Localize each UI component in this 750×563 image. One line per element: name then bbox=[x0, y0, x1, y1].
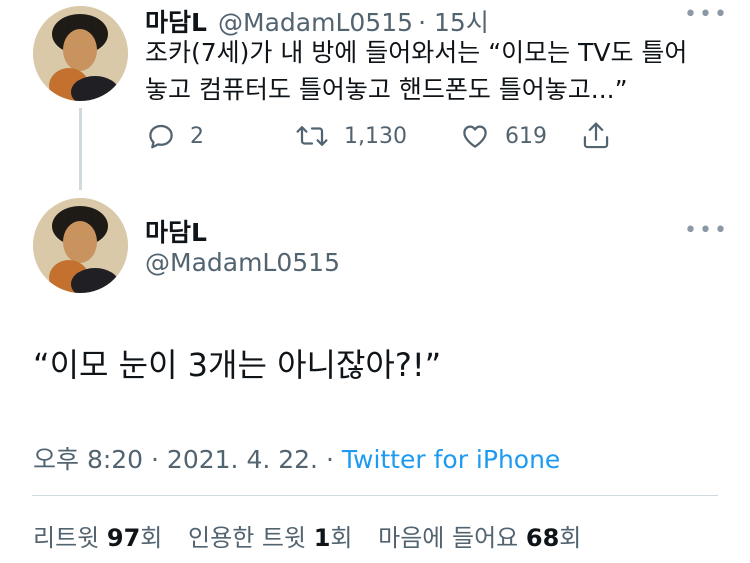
likes-unit: 회 bbox=[559, 524, 582, 552]
reply-count: 2 bbox=[190, 123, 204, 149]
tweet-stats: 리트윗 97회 인용한 트윗 1회 마음에 들어요 68회 bbox=[33, 518, 581, 553]
avatar[interactable] bbox=[33, 198, 128, 293]
author-name[interactable]: 마담L bbox=[145, 8, 207, 37]
tweet-text-line: 조카(7세)가 내 방에 들어와서는 “이모는 TV도 틀어 bbox=[145, 38, 688, 67]
reply-icon bbox=[149, 124, 173, 149]
retweet-count: 1,130 bbox=[344, 123, 407, 149]
tweet-text-line: 놓고 컴퓨터도 틀어놓고 핸드폰도 틀어놓고...” bbox=[145, 75, 628, 104]
retweets-stat[interactable]: 리트윗 97회 bbox=[33, 524, 170, 552]
tweet-text: 조카(7세)가 내 방에 들어와서는 “이모는 TV도 틀어 놓고 컴퓨터도 틀… bbox=[145, 34, 735, 108]
retweets-count: 97 bbox=[106, 524, 141, 552]
avatar[interactable] bbox=[33, 6, 128, 101]
retweet-icon bbox=[296, 126, 328, 146]
tweet-time[interactable]: · 15시 bbox=[418, 8, 489, 37]
tweet-meta: 오후 8:20 · 2021. 4. 22. · Twitter for iPh… bbox=[33, 440, 560, 476]
author-name[interactable]: 마담L bbox=[145, 213, 207, 249]
timestamp[interactable]: 오후 8:20 · 2021. 4. 22. · bbox=[33, 445, 334, 474]
likes-stat[interactable]: 마음에 들어요 68회 bbox=[378, 524, 581, 552]
quotes-count: 1 bbox=[313, 524, 331, 552]
like-button[interactable]: 619 bbox=[459, 121, 581, 151]
more-icon[interactable]: ••• bbox=[684, 218, 729, 243]
author-handle[interactable]: @MadamL0515 bbox=[145, 248, 340, 277]
source-link[interactable]: Twitter for iPhone bbox=[342, 445, 560, 474]
tweet-text: “이모 눈이 3개는 아니잖아?!” bbox=[33, 346, 442, 384]
thread-line bbox=[79, 108, 82, 190]
retweets-unit: 회 bbox=[140, 524, 163, 552]
quotes-unit: 회 bbox=[330, 524, 353, 552]
tweet-actions: 2 1,130 619 bbox=[146, 120, 646, 152]
likes-label: 마음에 들어요 bbox=[378, 524, 519, 552]
quotes-label: 인용한 트윗 bbox=[188, 524, 307, 552]
divider bbox=[32, 495, 718, 496]
quotes-stat[interactable]: 인용한 트윗 1회 bbox=[188, 524, 360, 552]
more-icon[interactable]: ••• bbox=[684, 2, 729, 27]
like-icon bbox=[463, 125, 487, 148]
like-count: 619 bbox=[505, 123, 547, 149]
author-handle[interactable]: @MadamL0515 bbox=[218, 8, 413, 37]
likes-count: 68 bbox=[525, 524, 560, 552]
retweets-label: 리트윗 bbox=[33, 524, 100, 552]
reply-button[interactable]: 2 bbox=[146, 121, 294, 151]
share-icon bbox=[583, 122, 609, 149]
share-button[interactable] bbox=[581, 120, 625, 152]
retweet-button[interactable]: 1,130 bbox=[294, 121, 459, 151]
